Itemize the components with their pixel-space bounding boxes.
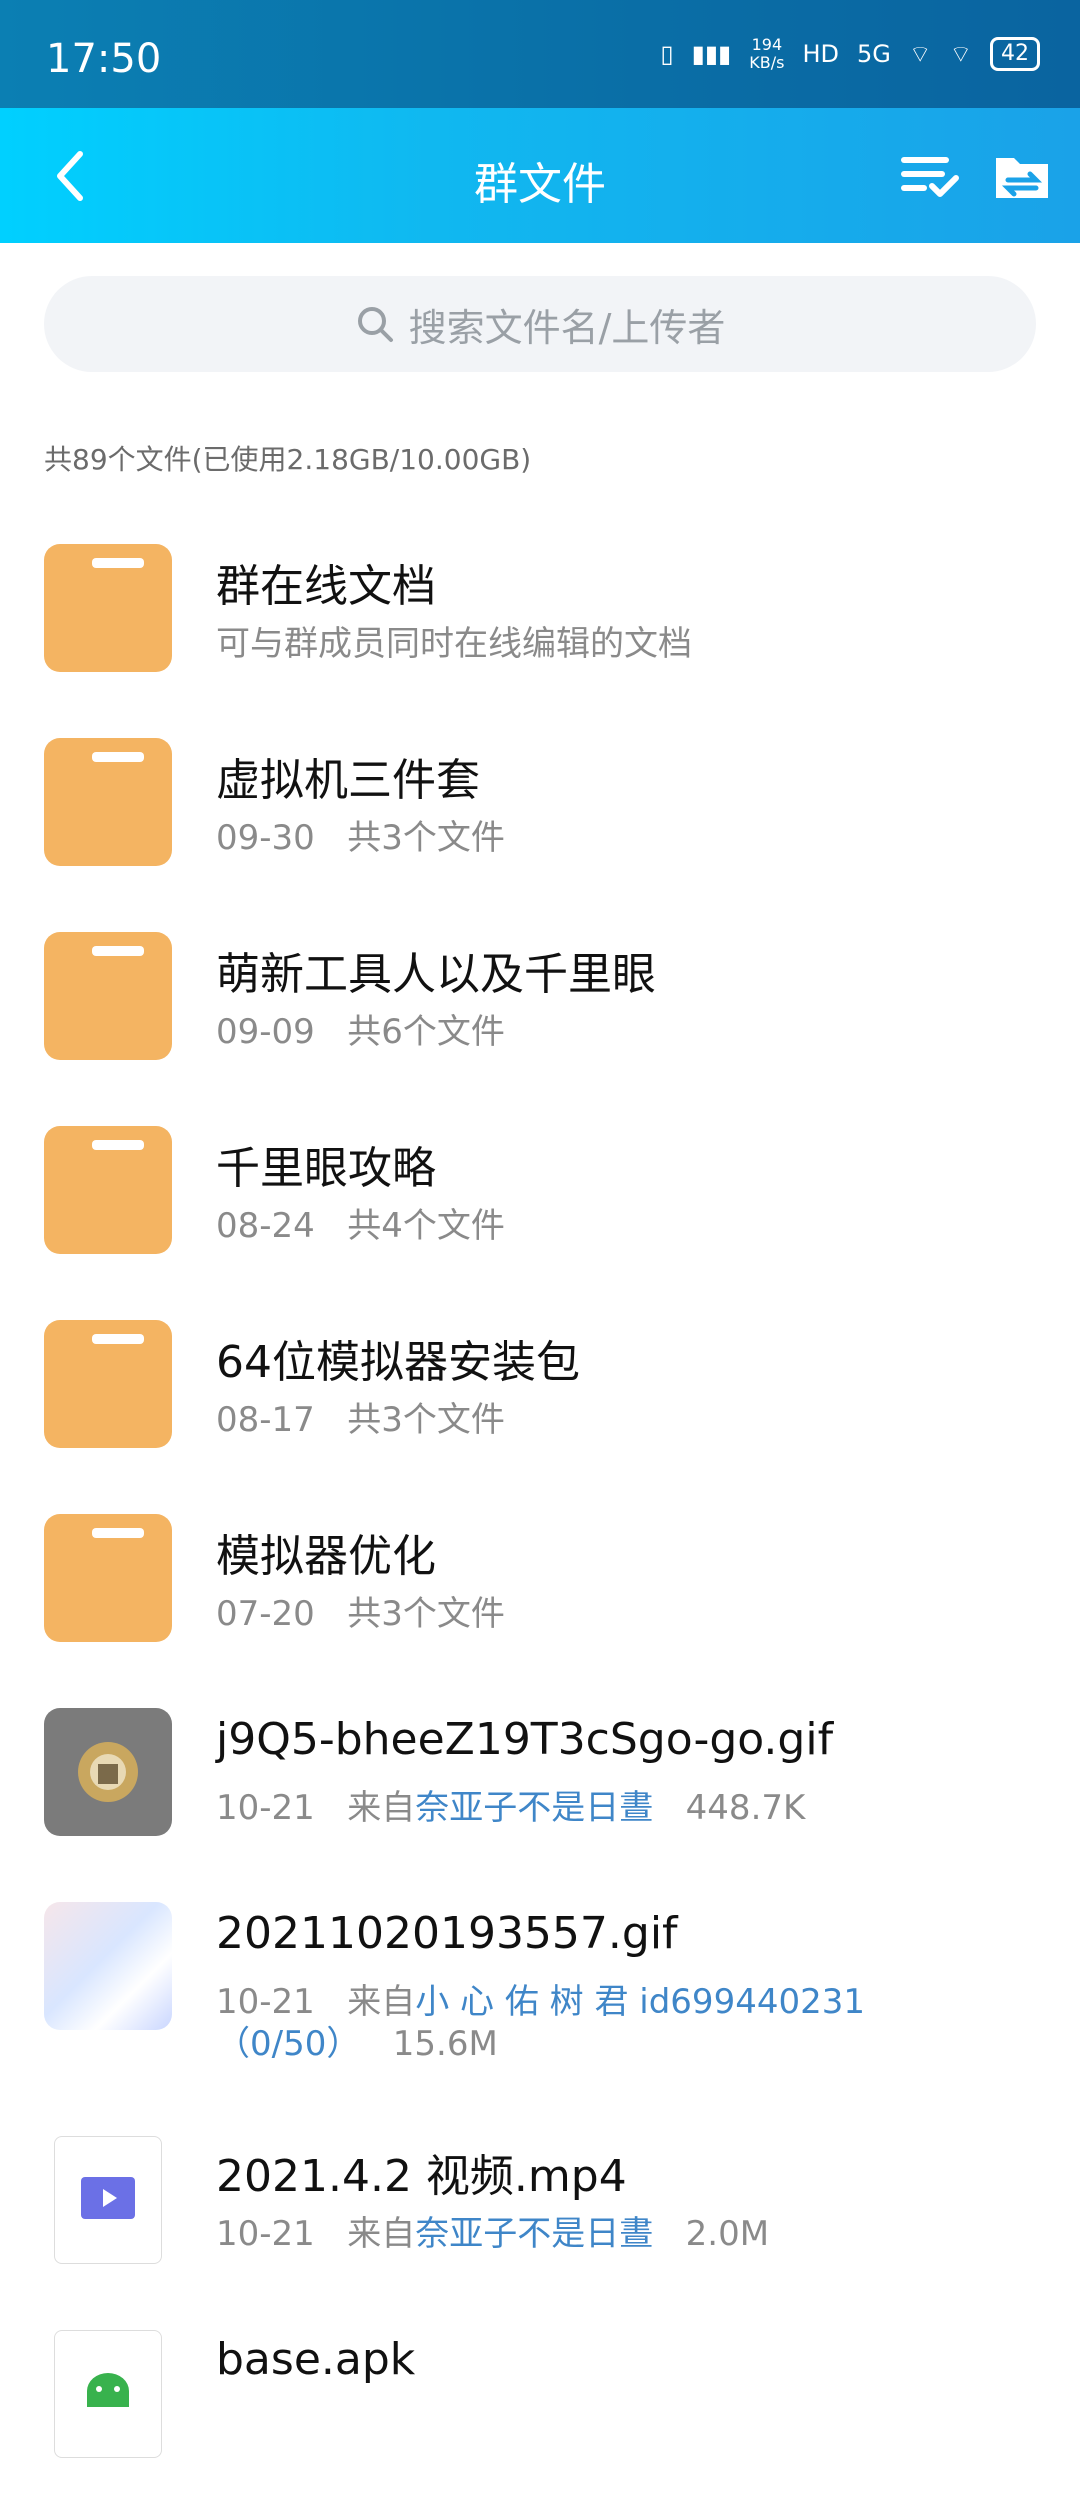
item-size: 448.7K bbox=[685, 1788, 806, 1828]
item-count: 共6个文件 bbox=[347, 1012, 505, 1052]
item-title: 64位模拟器安装包 bbox=[216, 1337, 580, 1388]
wifi-icon: ⌔ bbox=[949, 40, 972, 68]
item-size: 15.6M bbox=[392, 2024, 498, 2064]
sort-button[interactable] bbox=[898, 146, 962, 206]
item-meta: 07-20 共3个文件 bbox=[216, 1586, 505, 1635]
speed-value: 194 bbox=[751, 35, 783, 54]
uploader-link-cont[interactable]: （0/50） bbox=[216, 2024, 360, 2064]
list-item[interactable]: 萌新工具人以及千里眼 09-09 共6个文件 bbox=[0, 918, 1080, 1108]
gif-preview-icon bbox=[78, 1742, 138, 1802]
signal-bars-icon: ▮▮▮ bbox=[691, 40, 732, 68]
uploader-link[interactable]: 奈亚子不是日晝 bbox=[415, 1788, 653, 1828]
battery-icon: 42 bbox=[990, 37, 1040, 71]
list-item[interactable]: 群在线文档 可与群成员同时在线编辑的文档 bbox=[0, 530, 1080, 720]
item-date: 08-24 bbox=[216, 1206, 315, 1246]
uploader-link[interactable]: 奈亚子不是日晝 bbox=[415, 2214, 653, 2254]
folder-icon bbox=[44, 932, 172, 1060]
folder-transfer-icon bbox=[996, 158, 1048, 198]
folder-icon bbox=[44, 1126, 172, 1254]
item-count: 共4个文件 bbox=[347, 1206, 505, 1246]
item-date: 09-09 bbox=[216, 1012, 315, 1052]
folder-icon bbox=[44, 1320, 172, 1448]
android-icon bbox=[87, 2373, 129, 2407]
list-item[interactable]: 64位模拟器安装包 08-17 共3个文件 bbox=[0, 1306, 1080, 1496]
folder-icon bbox=[44, 738, 172, 866]
list-item[interactable]: 千里眼攻略 08-24 共4个文件 bbox=[0, 1112, 1080, 1302]
item-from-prefix: 来自 bbox=[347, 2214, 416, 2254]
sort-check-icon bbox=[901, 157, 959, 197]
item-meta: 10-21 来自奈亚子不是日晝 448.7K bbox=[216, 1780, 805, 1829]
item-count: 共3个文件 bbox=[347, 1594, 505, 1634]
item-date: 08-17 bbox=[216, 1400, 315, 1440]
list-item[interactable]: 模拟器优化 07-20 共3个文件 bbox=[0, 1500, 1080, 1690]
list-item[interactable]: 虚拟机三件套 09-30 共3个文件 bbox=[0, 724, 1080, 914]
item-title: 虚拟机三件套 bbox=[216, 755, 480, 806]
search-icon bbox=[357, 307, 393, 342]
item-title: base.apk bbox=[216, 2334, 416, 2385]
item-title: 模拟器优化 bbox=[216, 1531, 436, 1582]
network-speed: 194 KB/s bbox=[749, 36, 784, 72]
item-meta: 08-24 共4个文件 bbox=[216, 1198, 505, 1247]
status-time: 17:50 bbox=[46, 36, 162, 82]
item-title: 20211020193557.gif bbox=[216, 1908, 678, 1959]
item-meta: 可与群成员同时在线编辑的文档 bbox=[216, 624, 692, 664]
folder-transfer-button[interactable] bbox=[990, 146, 1054, 206]
network-type: 5G bbox=[857, 40, 891, 68]
gif-thumbnail bbox=[44, 1708, 172, 1836]
app-bar: 群文件 bbox=[0, 108, 1080, 243]
search-input[interactable]: 搜索文件名/上传者 bbox=[44, 276, 1036, 372]
item-title: j9Q5-bheeZ19T3cSgo-go.gif bbox=[216, 1714, 834, 1765]
list-item[interactable]: 2021.4.2 视频.mp4 10-21 来自奈亚子不是日晝 2.0M bbox=[0, 2120, 1080, 2310]
item-meta: 08-17 共3个文件 bbox=[216, 1392, 505, 1441]
speed-unit: KB/s bbox=[749, 53, 785, 72]
file-summary: 共89个文件(已使用2.18GB/10.00GB) bbox=[44, 443, 532, 476]
video-file-icon bbox=[54, 2136, 162, 2264]
item-meta: 09-09 共6个文件 bbox=[216, 1004, 505, 1053]
item-title: 萌新工具人以及千里眼 bbox=[216, 949, 656, 1000]
item-date: 09-30 bbox=[216, 818, 315, 858]
status-icons: ▯ ▮▮▮ 194 KB/s HD 5G ⌔ ⌔ 42 bbox=[660, 36, 1040, 72]
item-meta-line2: （0/50） 15.6M bbox=[216, 2016, 498, 2065]
folder-icon bbox=[44, 1514, 172, 1642]
item-date: 07-20 bbox=[216, 1594, 315, 1634]
item-meta: 09-30 共3个文件 bbox=[216, 810, 505, 859]
list-item[interactable]: base.apk bbox=[0, 2314, 1080, 2504]
item-meta: 10-21 来自奈亚子不是日晝 2.0M bbox=[216, 2206, 769, 2255]
item-title: 2021.4.2 视频.mp4 bbox=[216, 2151, 627, 2202]
list-item[interactable]: j9Q5-bheeZ19T3cSgo-go.gif 10-21 来自奈亚子不是日… bbox=[0, 1694, 1080, 1884]
item-date: 10-21 bbox=[216, 1788, 315, 1828]
item-count: 共3个文件 bbox=[347, 818, 505, 858]
wifi-calling-icon: ⌔ bbox=[908, 40, 932, 68]
status-bar: 17:50 ▯ ▮▮▮ 194 KB/s HD 5G ⌔ ⌔ 42 bbox=[0, 0, 1080, 108]
item-count: 共3个文件 bbox=[347, 1400, 505, 1440]
apk-file-icon bbox=[54, 2330, 162, 2458]
item-date: 10-21 bbox=[216, 2214, 315, 2254]
photo-thumbnail bbox=[44, 1902, 172, 2030]
item-from-prefix: 来自 bbox=[347, 1788, 416, 1828]
play-icon bbox=[81, 2177, 135, 2219]
folder-icon bbox=[44, 544, 172, 672]
hd-icon: HD bbox=[802, 40, 839, 68]
item-title: 千里眼攻略 bbox=[216, 1143, 436, 1194]
item-title: 群在线文档 bbox=[216, 561, 436, 612]
list-item[interactable]: 20211020193557.gif 10-21 来自小 心 佑 树 君 id6… bbox=[0, 1888, 1080, 2078]
item-size: 2.0M bbox=[685, 2214, 770, 2254]
search-placeholder: 搜索文件名/上传者 bbox=[408, 305, 726, 350]
vibrate-icon: ▯ bbox=[660, 40, 674, 68]
